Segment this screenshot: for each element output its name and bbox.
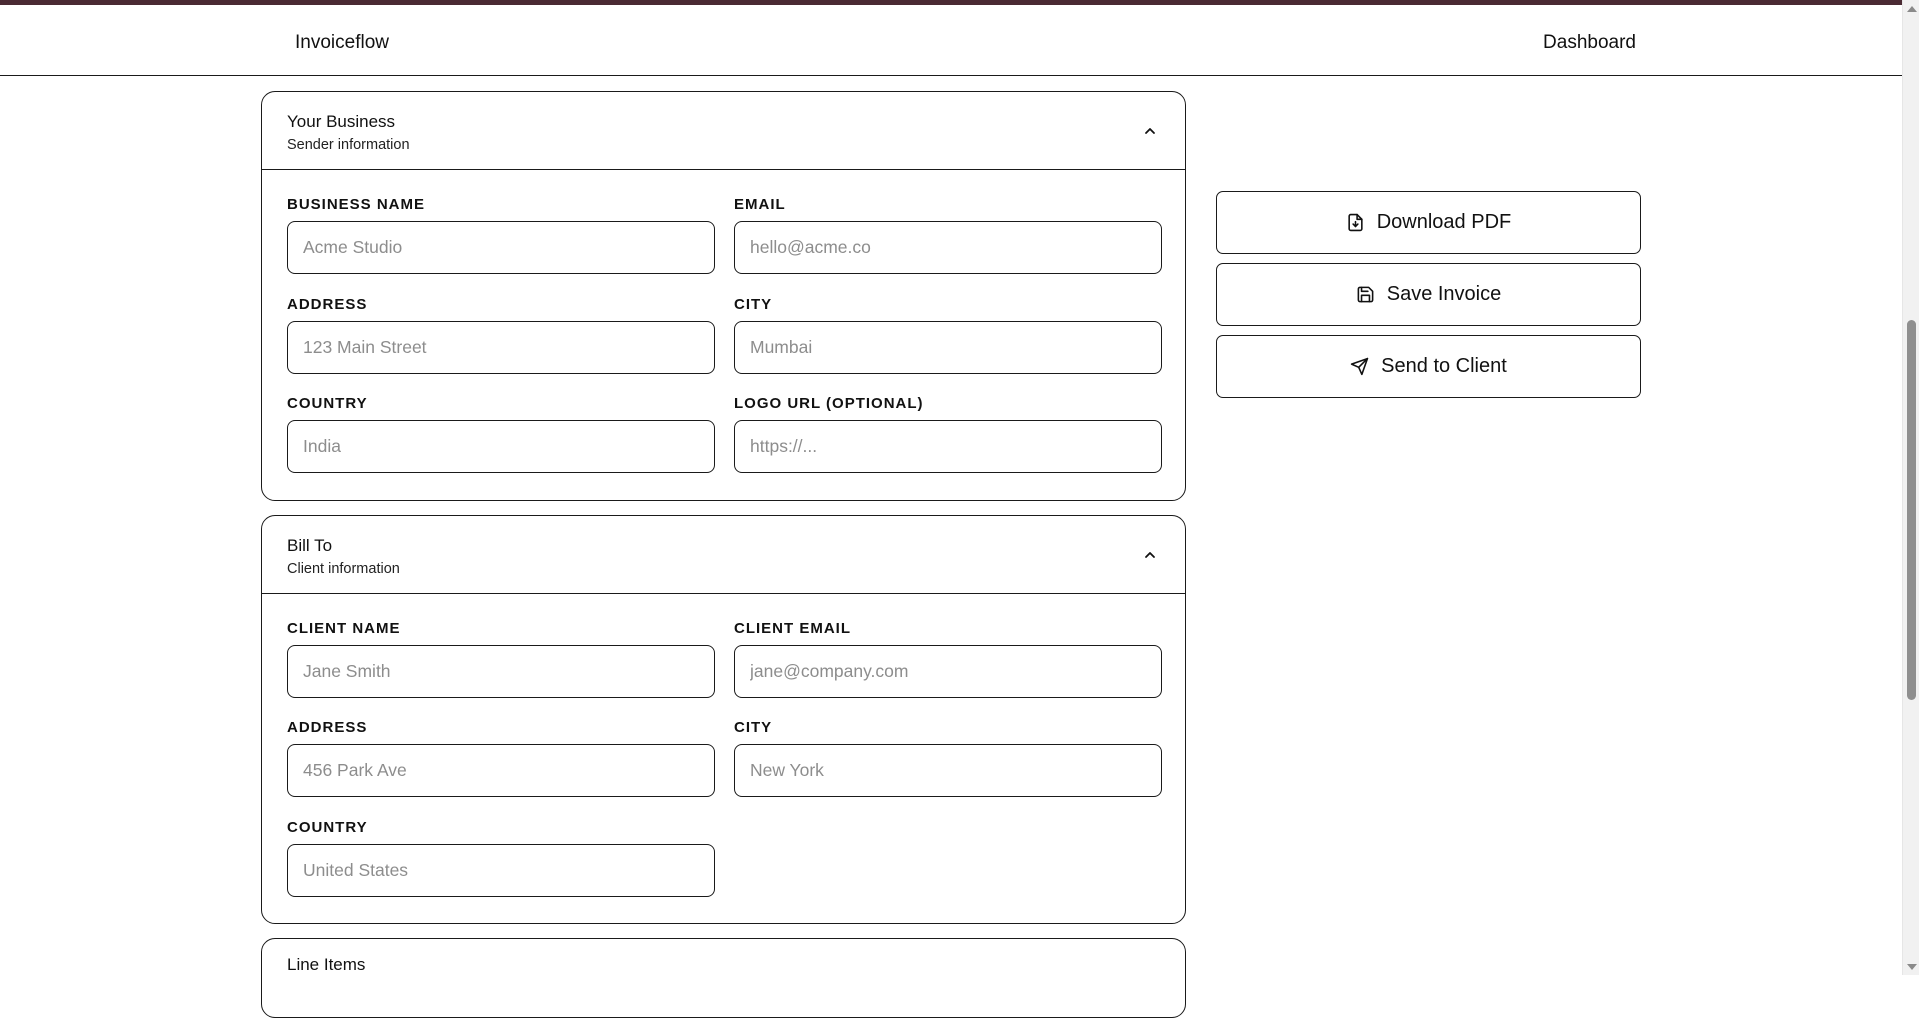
sender-card: Your Business Sender information BUSINES…	[261, 91, 1186, 501]
logo-url-input[interactable]	[734, 420, 1162, 473]
file-download-icon	[1348, 213, 1363, 232]
client-card: Bill To Client information CLIENT NAME C…	[261, 515, 1186, 924]
send-to-client-button[interactable]: Send to Client	[1216, 335, 1641, 398]
business-name-field: BUSINESS NAME	[287, 196, 715, 274]
send-paper-plane-icon	[1350, 357, 1369, 376]
navbar: Invoiceflow Dashboard	[0, 5, 1902, 76]
field-label: ADDRESS	[287, 719, 368, 736]
sender-card-header[interactable]: Your Business Sender information	[262, 92, 1185, 170]
country-input[interactable]	[287, 420, 715, 473]
download-pdf-label: Download PDF	[1376, 211, 1512, 233]
client-card-header[interactable]: Bill To Client information	[262, 516, 1185, 594]
field-label: COUNTRY	[287, 819, 368, 836]
page-scrollbar[interactable]	[1902, 0, 1919, 975]
email-input[interactable]	[734, 221, 1162, 274]
brand-logo[interactable]: Invoiceflow	[295, 32, 389, 54]
client-city-input[interactable]	[734, 744, 1162, 797]
card-subtitle: Client information	[287, 561, 400, 577]
chevron-up-icon[interactable]	[1143, 548, 1157, 562]
field-label: CLIENT EMAIL	[734, 620, 851, 637]
client-email-input[interactable]	[734, 645, 1162, 698]
client-email-field: CLIENT EMAIL	[734, 620, 1162, 698]
scroll-down-arrow[interactable]	[1903, 958, 1919, 975]
dashboard-link[interactable]: Dashboard	[1543, 32, 1636, 54]
field-label: CLIENT NAME	[287, 620, 401, 637]
city-field: CITY	[734, 296, 1162, 374]
field-label: BUSINESS NAME	[287, 196, 426, 213]
card-title: Line Items	[287, 955, 366, 974]
scroll-thumb[interactable]	[1907, 320, 1916, 700]
card-title: Your Business	[287, 112, 396, 131]
client-name-field: CLIENT NAME	[287, 620, 715, 698]
city-input[interactable]	[734, 321, 1162, 374]
address-field: ADDRESS	[287, 296, 715, 374]
chevron-up-icon[interactable]	[1143, 124, 1157, 138]
address-input[interactable]	[287, 321, 715, 374]
logo-url-field: LOGO URL (OPTIONAL)	[734, 395, 1162, 473]
client-name-input[interactable]	[287, 645, 715, 698]
client-country-input[interactable]	[287, 844, 715, 897]
card-title: Bill To	[287, 536, 333, 555]
field-label: CITY	[734, 296, 773, 313]
save-invoice-label: Save Invoice	[1386, 283, 1502, 305]
card-subtitle: Sender information	[287, 137, 410, 153]
scroll-up-arrow[interactable]	[1903, 0, 1919, 17]
client-country-field: COUNTRY	[287, 819, 715, 897]
line-items-card-header[interactable]: Line Items	[262, 939, 1185, 1017]
country-field: COUNTRY	[287, 395, 715, 473]
field-label: ADDRESS	[287, 296, 368, 313]
field-label: CITY	[734, 719, 773, 736]
client-address-input[interactable]	[287, 744, 715, 797]
download-pdf-button[interactable]: Download PDF	[1216, 191, 1641, 254]
line-items-card: Line Items	[261, 938, 1186, 1018]
field-label: LOGO URL (OPTIONAL)	[734, 395, 924, 412]
client-city-field: CITY	[734, 719, 1162, 797]
field-label: EMAIL	[734, 196, 786, 213]
save-invoice-button[interactable]: Save Invoice	[1216, 263, 1641, 326]
field-label: COUNTRY	[287, 395, 368, 412]
send-to-client-label: Send to Client	[1381, 355, 1507, 377]
save-disk-icon	[1357, 286, 1374, 303]
client-address-field: ADDRESS	[287, 719, 715, 797]
email-field: EMAIL	[734, 196, 1162, 274]
business-name-input[interactable]	[287, 221, 715, 274]
